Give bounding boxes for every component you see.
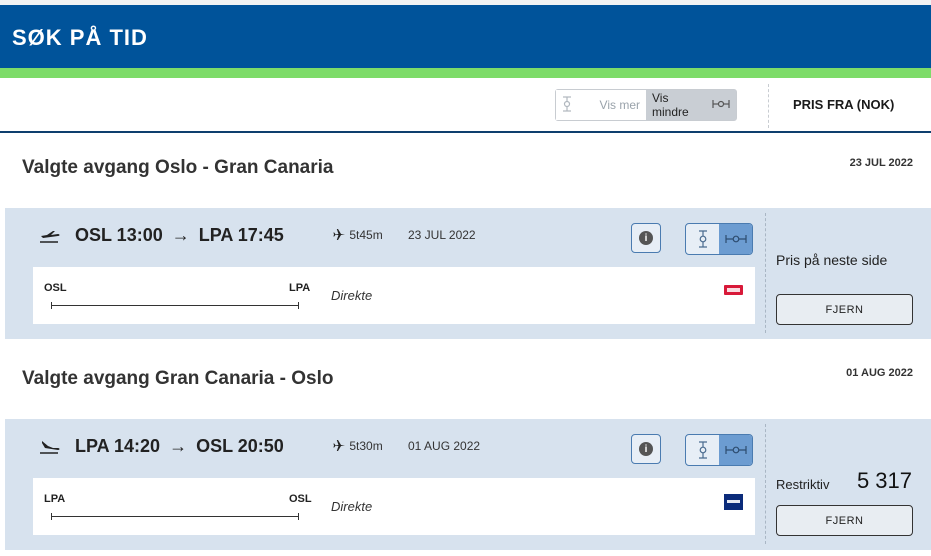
inbound-info-button[interactable]: i (631, 434, 661, 464)
landing-icon (40, 441, 60, 454)
outbound-price-column: Pris på neste side FJERN (776, 208, 926, 339)
inbound-price-column: Restriktiv 5 317 FJERN (776, 419, 926, 550)
outbound-view-toggle (685, 223, 753, 255)
inbound-price: 5 317 (856, 468, 912, 493)
view-toolbar: Vis mer Vis mindre PRIS FRA (NOK) (0, 78, 931, 133)
expand-vertical-icon (562, 95, 572, 115)
expand-vertical-icon (698, 441, 707, 459)
inbound-date: 01 AUG 2022 (408, 439, 481, 453)
route-line (51, 513, 299, 520)
inbound-from-code: LPA (44, 493, 66, 505)
outbound-flight-card: OSL 13:00 → LPA 17:45 5t45m 23 JUL 2022 … (5, 208, 931, 339)
inbound-duration: 5t30m (333, 439, 383, 453)
outbound-date: 23 JUL 2022 (408, 228, 476, 242)
outbound-detail-box: OSL LPA Direkte (33, 267, 755, 324)
inbound-expand-button[interactable] (686, 435, 719, 465)
inbound-collapse-button[interactable] (719, 435, 752, 465)
outbound-from-code: OSL (44, 282, 67, 294)
outbound-arrival: LPA 17:45 (198, 225, 284, 245)
outbound-section-date: 23 JUL 2022 (849, 157, 913, 169)
vis-mer-button[interactable]: Vis mer (556, 90, 646, 120)
inbound-stops: Direkte (331, 499, 373, 514)
vis-mindre-label: Vis mindre (652, 91, 689, 119)
outbound-to-code: LPA (289, 282, 311, 294)
collapse-horizontal-icon (724, 235, 747, 243)
route-line (51, 302, 299, 309)
outbound-remove-button[interactable]: FJERN (776, 294, 913, 325)
inbound-duration-text: 5t30m (349, 439, 383, 453)
outbound-section-title: Valgte avgang Oslo - Gran Canaria (22, 157, 334, 178)
route-arrow-icon: → (171, 225, 190, 245)
inbound-section-title: Valgte avgang Gran Canaria - Oslo (22, 368, 334, 389)
detail-level-toggle: Vis mer Vis mindre (555, 89, 737, 121)
inbound-view-toggle (685, 434, 753, 466)
sas-logo-icon (724, 494, 743, 510)
toolbar-divider (768, 84, 769, 128)
takeoff-icon (40, 231, 60, 243)
inbound-section-date: 01 AUG 2022 (846, 367, 913, 379)
card-divider (765, 424, 766, 544)
outbound-duration: 5t45m (333, 228, 383, 242)
collapse-horizontal-icon (724, 446, 747, 454)
plane-icon (333, 440, 345, 451)
accent-bar (0, 68, 931, 78)
outbound-duration-text: 5t45m (349, 228, 383, 242)
outbound-info-button[interactable]: i (631, 223, 661, 253)
outbound-flight-main: OSL 13:00 → LPA 17:45 5t45m 23 JUL 2022 … (5, 208, 765, 339)
outbound-stops: Direkte (331, 288, 373, 303)
plane-icon (333, 229, 345, 240)
inbound-flight-card: LPA 14:20 → OSL 20:50 5t30m 01 AUG 2022 … (5, 419, 931, 550)
price-column-header: PRIS FRA (NOK) (793, 97, 895, 112)
inbound-route: LPA 14:20 → OSL 20:50 (75, 436, 284, 457)
expand-vertical-icon (698, 230, 707, 248)
outbound-collapse-button[interactable] (719, 224, 752, 254)
vis-mer-label: Vis mer (599, 98, 640, 112)
outbound-route: OSL 13:00 → LPA 17:45 (75, 225, 284, 246)
inbound-detail-box: LPA OSL Direkte (33, 478, 755, 535)
page-title: SØK PÅ TID (12, 25, 148, 50)
page-header: SØK PÅ TID (0, 5, 931, 68)
inbound-fare-type: Restriktiv (776, 477, 830, 492)
route-arrow-icon: → (169, 436, 188, 456)
inbound-to-code: OSL (289, 493, 312, 505)
vis-mindre-button[interactable]: Vis mindre (646, 90, 736, 120)
inbound-departure: LPA 14:20 (75, 436, 161, 456)
outbound-price-text: Pris på neste side (776, 252, 888, 268)
inbound-arrival: OSL 20:50 (196, 436, 284, 456)
outbound-expand-button[interactable] (686, 224, 719, 254)
outbound-departure: OSL 13:00 (75, 225, 163, 245)
collapse-horizontal-icon (712, 98, 730, 112)
info-icon: i (639, 231, 653, 245)
norwegian-logo-icon (724, 285, 743, 295)
info-icon: i (639, 442, 653, 456)
inbound-remove-button[interactable]: FJERN (776, 505, 913, 536)
inbound-flight-main: LPA 14:20 → OSL 20:50 5t30m 01 AUG 2022 … (5, 419, 765, 550)
card-divider (765, 213, 766, 333)
